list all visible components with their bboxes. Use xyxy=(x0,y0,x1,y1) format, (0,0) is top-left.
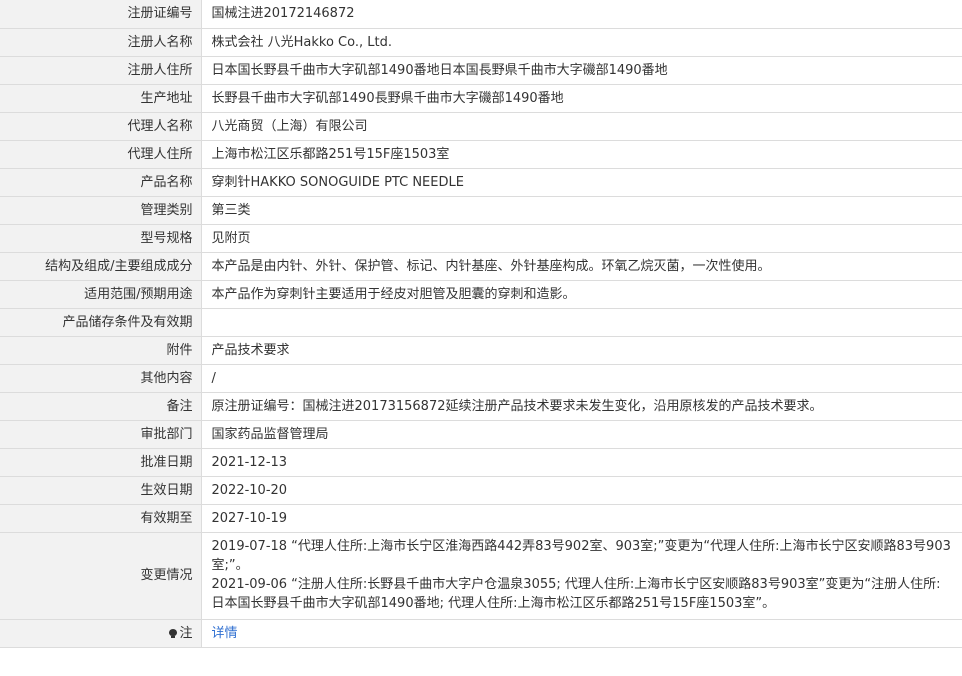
row-value: 原注册证编号：国械注进20173156872延续注册产品技术要求未发生变化，沿用… xyxy=(201,392,962,421)
row-label: 结构及组成/主要组成成分 xyxy=(0,252,202,281)
row-value xyxy=(201,308,962,337)
row-label-note: 注 xyxy=(0,619,202,648)
row-value: 2021-12-13 xyxy=(201,448,962,477)
row-value: 国家药品监督管理局 xyxy=(201,420,962,449)
registration-detail-table: 注册证编号 国械注进20172146872 注册人名称 株式会社 八光Hakko Co… xyxy=(0,0,962,648)
row-label: 变更情况 xyxy=(0,532,202,620)
table-row: 附件 产品技术要求 xyxy=(0,336,962,365)
row-value: 上海市松江区乐都路251号15F座1503室 xyxy=(201,140,962,169)
row-label: 型号规格 xyxy=(0,224,202,253)
row-value: 本产品是由内针、外针、保护管、标记、内针基座、外针基座构成。环氧乙烷灭菌，一次性… xyxy=(201,252,962,281)
row-value: / xyxy=(201,364,962,393)
row-value: 见附页 xyxy=(201,224,962,253)
table-row: 注册人名称 株式会社 八光Hakko Co., Ltd. xyxy=(0,28,962,57)
row-value: 2027-10-19 xyxy=(201,504,962,533)
row-label: 备注 xyxy=(0,392,202,421)
row-label: 管理类别 xyxy=(0,196,202,225)
row-value: 株式会社 八光Hakko Co., Ltd. xyxy=(201,28,962,57)
row-value: 长野县千曲市大字矶部1490長野県千曲市大字磯部1490番地 xyxy=(201,84,962,113)
details-link[interactable]: 详情 xyxy=(212,626,238,641)
table-row: 生效日期 2022-10-20 xyxy=(0,476,962,505)
table-row: 批准日期 2021-12-13 xyxy=(0,448,962,477)
row-value: 八光商贸（上海）有限公司 xyxy=(201,112,962,141)
row-label: 批准日期 xyxy=(0,448,202,477)
table-row: 注册人住所 日本国长野县千曲市大字矶部1490番地日本国長野県千曲市大字磯部149… xyxy=(0,56,962,85)
row-value: 国械注进20172146872 xyxy=(201,0,962,29)
row-label: 代理人住所 xyxy=(0,140,202,169)
row-label: 附件 xyxy=(0,336,202,365)
row-value: 日本国长野县千曲市大字矶部1490番地日本国長野県千曲市大字磯部1490番地 xyxy=(201,56,962,85)
table-row-changes: 变更情况 2019-07-18 “代理人住所:上海市长宁区淮海西路442弄83号… xyxy=(0,532,962,620)
change-entry: 2021-09-06 “注册人住所:长野县千曲市大字户仓温泉3055; 代理人住… xyxy=(211,576,941,611)
table-row: 产品储存条件及有效期 xyxy=(0,308,962,337)
note-label: 注 xyxy=(179,625,193,641)
row-label: 审批部门 xyxy=(0,420,202,449)
changes-value: 2019-07-18 “代理人住所:上海市长宁区淮海西路442弄83号902室、… xyxy=(201,532,962,620)
table-row: 产品名称 穿刺针HAKKO SONOGUIDE PTC NEEDLE xyxy=(0,168,962,197)
table-row: 型号规格 见附页 xyxy=(0,224,962,253)
row-value: 穿刺针HAKKO SONOGUIDE PTC NEEDLE xyxy=(201,168,962,197)
row-label: 产品储存条件及有效期 xyxy=(0,308,202,337)
table-row: 其他内容 / xyxy=(0,364,962,393)
row-label: 适用范围/预期用途 xyxy=(0,280,202,309)
row-value-note: 详情 xyxy=(201,619,962,648)
lightbulb-icon xyxy=(169,628,178,638)
row-label: 其他内容 xyxy=(0,364,202,393)
row-label: 产品名称 xyxy=(0,168,202,197)
table-row: 代理人住所 上海市松江区乐都路251号15F座1503室 xyxy=(0,140,962,169)
table-row: 适用范围/预期用途 本产品作为穿刺针主要适用于经皮对胆管及胆囊的穿刺和造影。 xyxy=(0,280,962,309)
row-label: 注册人名称 xyxy=(0,28,202,57)
change-entry: 2019-07-18 “代理人住所:上海市长宁区淮海西路442弄83号902室、… xyxy=(211,538,951,573)
table-row: 结构及组成/主要组成成分 本产品是由内针、外针、保护管、标记、内针基座、外针基座构… xyxy=(0,252,962,281)
row-label: 有效期至 xyxy=(0,504,202,533)
table-row-note: 注 详情 xyxy=(0,619,962,648)
row-value: 第三类 xyxy=(201,196,962,225)
row-label: 代理人名称 xyxy=(0,112,202,141)
row-value: 产品技术要求 xyxy=(201,336,962,365)
row-value: 本产品作为穿刺针主要适用于经皮对胆管及胆囊的穿刺和造影。 xyxy=(201,280,962,309)
row-label: 生产地址 xyxy=(0,84,202,113)
table-row: 备注 原注册证编号：国械注进20173156872延续注册产品技术要求未发生变化，… xyxy=(0,392,962,421)
row-label: 注册证编号 xyxy=(0,0,202,29)
row-value: 2022-10-20 xyxy=(201,476,962,505)
table-row: 生产地址 长野县千曲市大字矶部1490長野県千曲市大字磯部1490番地 xyxy=(0,84,962,113)
row-label: 注册人住所 xyxy=(0,56,202,85)
table-row: 审批部门 国家药品监督管理局 xyxy=(0,420,962,449)
table-row: 管理类别 第三类 xyxy=(0,196,962,225)
table-row: 注册证编号 国械注进20172146872 xyxy=(0,0,962,29)
table-row: 代理人名称 八光商贸（上海）有限公司 xyxy=(0,112,962,141)
table-row: 有效期至 2027-10-19 xyxy=(0,504,962,533)
row-label: 生效日期 xyxy=(0,476,202,505)
